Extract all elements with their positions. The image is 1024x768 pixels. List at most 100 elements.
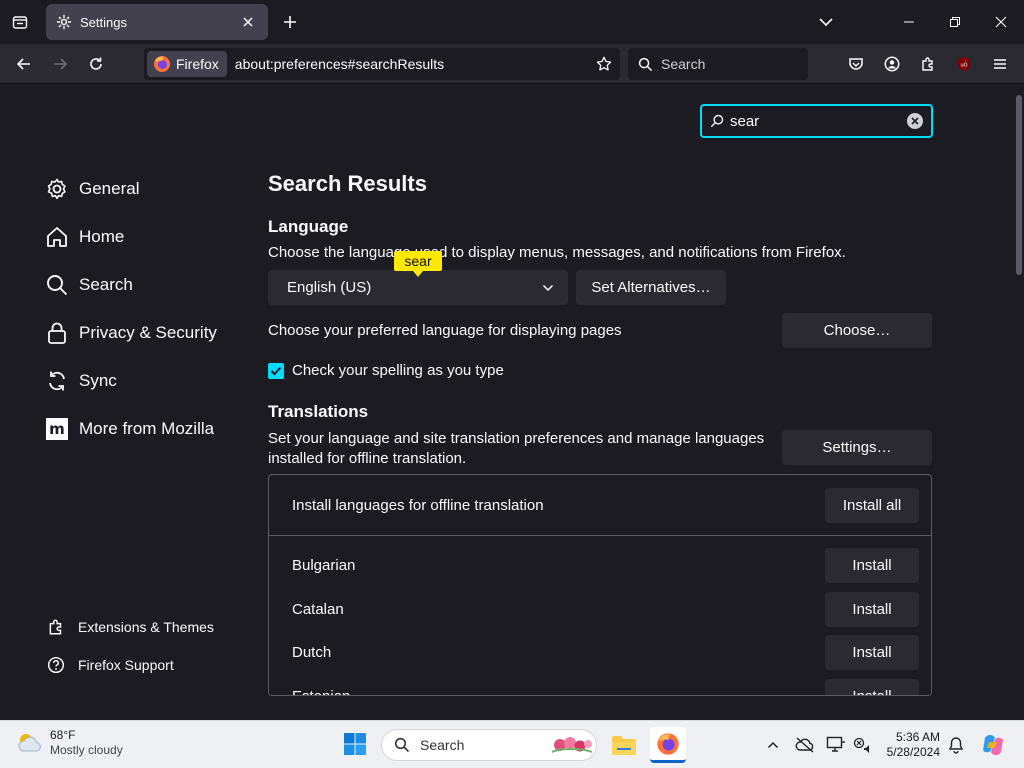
svg-text:m: m	[49, 420, 65, 438]
clock-time: 5:36 AM	[895, 730, 940, 744]
sidebar-item-label: Sync	[79, 371, 117, 390]
taskbar-search-box[interactable]: Search	[381, 729, 597, 761]
checkmark-icon	[270, 366, 282, 375]
search-bar[interactable]: Search	[628, 48, 808, 80]
gear-icon	[56, 14, 72, 30]
language-name: Dutch	[292, 644, 332, 662]
minimize-button[interactable]	[886, 0, 932, 44]
sidebar-item-privacy[interactable]: Privacy & Security	[44, 309, 244, 357]
sync-icon	[44, 368, 70, 394]
bookmark-button[interactable]	[590, 50, 618, 78]
sidebar-item-more-from-mozilla[interactable]: m More from Mozilla	[44, 405, 244, 453]
onedrive-tray-button[interactable]	[795, 735, 815, 755]
reload-button[interactable]	[82, 50, 110, 78]
restore-button[interactable]	[932, 0, 978, 44]
firefox-view-icon	[12, 16, 28, 29]
forward-button[interactable]	[46, 50, 74, 78]
install-button[interactable]: Install	[825, 678, 919, 695]
svg-text:uO: uO	[960, 63, 967, 69]
url-bar[interactable]: Firefox about:preferences#searchResults	[144, 48, 620, 80]
start-button[interactable]	[343, 732, 369, 758]
star-icon	[596, 56, 612, 71]
language-selected-value: English (US)	[287, 279, 372, 296]
pocket-button[interactable]	[842, 50, 870, 78]
help-icon	[46, 655, 66, 675]
file-explorer-app[interactable]	[606, 727, 642, 763]
choose-language-button[interactable]: Choose…	[782, 313, 932, 348]
scrollbar[interactable]	[1016, 95, 1022, 275]
chevron-up-icon	[767, 741, 779, 749]
list-item: Dutch Install	[269, 631, 931, 675]
gear-icon	[44, 176, 70, 202]
preferences-page: sear General Home Search Privacy & Secur…	[0, 85, 1024, 720]
taskbar-search-placeholder: Search	[420, 737, 465, 753]
extensions-themes-link[interactable]: Extensions & Themes	[46, 617, 214, 637]
sidebar-item-label: Home	[79, 227, 125, 246]
spellcheck-row[interactable]: Check your spelling as you type	[268, 362, 504, 379]
translation-settings-button[interactable]: Settings…	[782, 430, 932, 465]
notifications-button[interactable]	[946, 735, 966, 755]
firefox-view-button[interactable]	[6, 8, 34, 36]
weather-widget[interactable]: 68°F Mostly cloudy	[16, 728, 123, 758]
install-button[interactable]: Install	[825, 591, 919, 627]
ublock-origin-button[interactable]: uO	[950, 50, 978, 78]
firefox-app[interactable]	[650, 727, 686, 763]
footer-link-label: Firefox Support	[78, 657, 174, 673]
sidebar-item-label: Privacy & Security	[79, 323, 217, 342]
app-menu-button[interactable]	[986, 50, 1014, 78]
language-name: Bulgarian	[292, 557, 356, 575]
footer-link-label: Extensions & Themes	[78, 619, 214, 635]
copilot-icon	[983, 735, 1003, 755]
translations-heading: Translations	[268, 402, 369, 421]
url-text[interactable]: about:preferences#searchResults	[235, 56, 590, 72]
firefox-support-link[interactable]: Firefox Support	[46, 655, 174, 675]
sidebar-item-general[interactable]: General	[44, 165, 244, 213]
display-tray-button[interactable]	[826, 735, 846, 755]
tab-strip: Settings	[0, 0, 1024, 44]
taskbar-clock[interactable]: 5:36 AM 5/28/2024	[880, 730, 940, 760]
plus-icon	[284, 16, 296, 28]
set-alternatives-button[interactable]: Set Alternatives…	[576, 270, 726, 305]
show-hidden-icons-button[interactable]	[763, 735, 783, 755]
back-button[interactable]	[10, 50, 38, 78]
translations-description: Set your language and site translation p…	[268, 430, 765, 467]
weather-condition: Mostly cloudy	[50, 743, 123, 757]
sidebar-item-search[interactable]: Search	[44, 261, 244, 309]
language-description: Choose the language used to display menu…	[268, 244, 846, 261]
firefox-logo-icon	[154, 56, 170, 72]
install-button[interactable]: Install	[825, 635, 919, 671]
puzzle-icon	[46, 617, 66, 637]
install-button[interactable]: Install	[825, 548, 919, 584]
sidebar-item-label: More from Mozilla	[79, 419, 215, 438]
search-icon	[710, 114, 724, 128]
account-button[interactable]	[878, 50, 906, 78]
close-icon	[911, 117, 919, 125]
extensions-button[interactable]	[914, 50, 942, 78]
clear-search-button[interactable]	[907, 113, 923, 129]
network-volume-tray-button[interactable]	[853, 735, 873, 755]
folder-icon	[612, 736, 636, 755]
sidebar-item-label: General	[79, 179, 140, 198]
copilot-button[interactable]	[980, 732, 1006, 758]
firefox-logo-icon	[657, 732, 679, 755]
identity-box[interactable]: Firefox	[147, 51, 227, 77]
sidebar-item-home[interactable]: Home	[44, 213, 244, 261]
list-all-tabs-button[interactable]	[812, 8, 840, 36]
windows-logo-icon	[344, 733, 366, 755]
close-tab-button[interactable]	[238, 12, 258, 32]
web-pages-language-description: Choose your preferred language for displ…	[268, 322, 622, 339]
sidebar-item-sync[interactable]: Sync	[44, 357, 244, 405]
preferences-search-input[interactable]: sear	[700, 104, 933, 138]
search-icon	[44, 272, 70, 298]
close-window-button[interactable]	[978, 0, 1024, 44]
tab-settings[interactable]: Settings	[46, 4, 268, 40]
install-all-button[interactable]: Install all	[825, 487, 919, 523]
weather-temp: 68°F	[50, 728, 76, 742]
list-item: Bulgarian Install	[269, 544, 931, 588]
spellcheck-checkbox[interactable]	[268, 362, 284, 379]
tab-title: Settings	[80, 14, 127, 30]
preferences-search-value[interactable]: sear	[730, 113, 907, 130]
home-icon	[44, 224, 70, 250]
search-icon	[394, 737, 410, 753]
new-tab-button[interactable]	[276, 8, 304, 36]
